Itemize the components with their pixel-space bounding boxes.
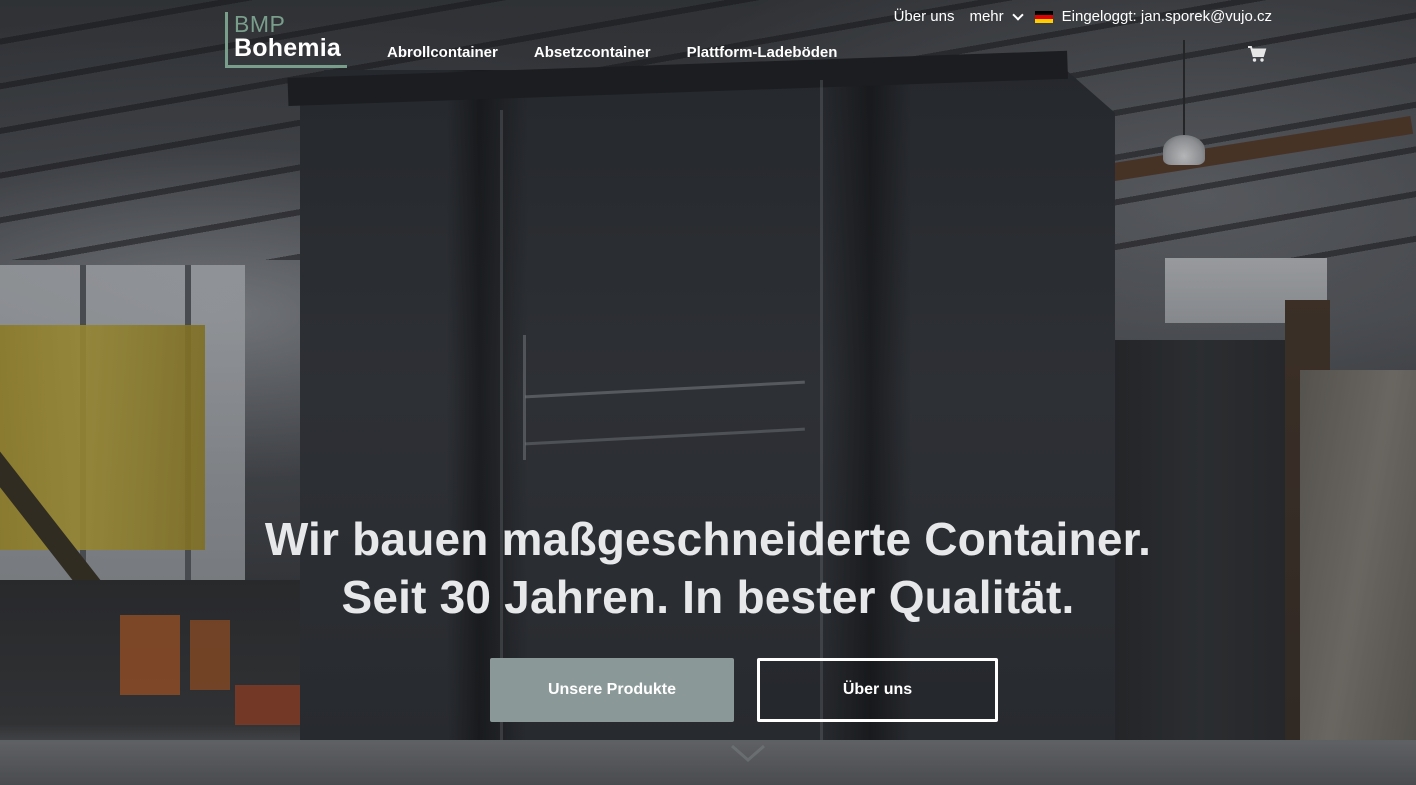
more-dropdown-label: mehr bbox=[969, 8, 1004, 25]
shopping-cart-icon[interactable] bbox=[1247, 45, 1267, 63]
hero-headline-line2: Seit 30 Jahren. In bester Qualität. bbox=[341, 571, 1075, 623]
about-us-button[interactable]: Über uns bbox=[757, 658, 998, 722]
login-status[interactable]: Eingeloggt: jan.sporek@vujo.cz bbox=[1062, 8, 1272, 25]
de-flag-icon[interactable] bbox=[1034, 10, 1053, 23]
chevron-down-icon[interactable] bbox=[728, 738, 768, 768]
logo-line-bohemia: Bohemia bbox=[234, 34, 341, 62]
top-link-about[interactable]: Über uns bbox=[894, 8, 955, 25]
hero-headline-line1: Wir bauen maßgeschneiderte Container. bbox=[264, 513, 1152, 565]
hero-section: BMP Bohemia Abrollcontainer Absetzcontai… bbox=[0, 0, 1416, 785]
nav-item-absetzcontainer[interactable]: Absetzcontainer bbox=[534, 44, 651, 62]
our-products-button[interactable]: Unsere Produkte bbox=[490, 658, 734, 722]
more-dropdown[interactable]: mehr bbox=[969, 8, 1024, 25]
brand-logo[interactable]: BMP Bohemia bbox=[225, 12, 347, 68]
chevron-down-icon bbox=[1011, 8, 1024, 21]
main-navigation: Abrollcontainer Absetzcontainer Plattfor… bbox=[387, 44, 873, 62]
nav-item-plattform-ladeboeden[interactable]: Plattform-Ladeböden bbox=[687, 44, 838, 62]
site-header: BMP Bohemia Abrollcontainer Absetzcontai… bbox=[0, 0, 1416, 80]
logo-line-bmp: BMP bbox=[234, 11, 286, 37]
nav-item-abrollcontainer[interactable]: Abrollcontainer bbox=[387, 44, 498, 62]
hero-headline: Wir bauen maßgeschneiderte Container. Se… bbox=[0, 510, 1416, 626]
top-utility-bar: Über uns mehr Eingeloggt: jan.sporek@vuj… bbox=[894, 8, 1272, 25]
